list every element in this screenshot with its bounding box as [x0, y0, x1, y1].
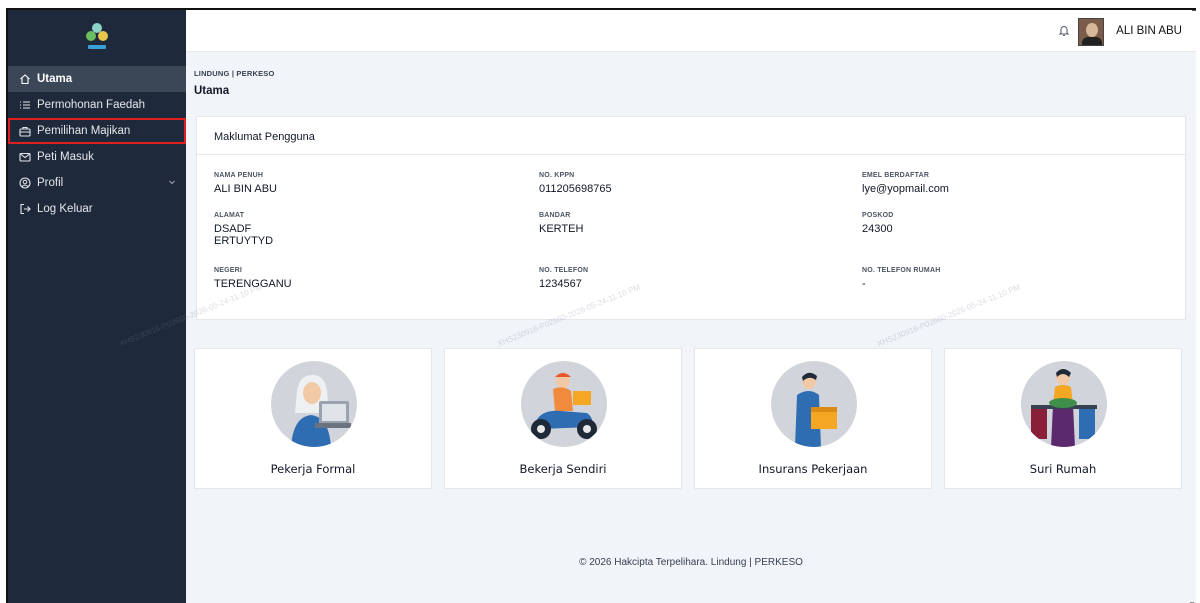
- sidebar-item-pemilihan-majikan[interactable]: Pemilihan Majikan: [8, 118, 186, 144]
- field-poskod: POSKOD 24300: [862, 212, 894, 235]
- field-value: KERTEH: [539, 223, 584, 235]
- field-label: NO. KPPN: [539, 172, 575, 179]
- briefcase-icon: [18, 125, 31, 138]
- insurans-pekerjaan-illustration: [771, 361, 857, 447]
- sidebar-item-peti-masuk[interactable]: Peti Masuk: [8, 144, 186, 170]
- top-bar: ALI BIN ABU: [186, 10, 1196, 52]
- bekerja-sendiri-illustration: [521, 361, 607, 447]
- tile-bekerja-sendiri[interactable]: Bekerja Sendiri: [444, 348, 682, 489]
- field-no-kppn: NO. KPPN 011205698765: [539, 172, 612, 195]
- avatar[interactable]: [1078, 18, 1104, 46]
- scroll-up-arrow-icon[interactable]: ▲: [1190, 10, 1196, 13]
- sidebar-item-label: Log Keluar: [37, 203, 93, 215]
- field-value: lye@yopmail.com: [862, 183, 949, 195]
- sidebar-nav: Utama Permohonan Faedah Pemilihan Majika…: [8, 66, 186, 222]
- card-title: Maklumat Pengguna: [197, 117, 1185, 155]
- tile-label: Pekerja Formal: [270, 462, 356, 476]
- field-value: ALI BIN ABU: [214, 183, 277, 195]
- logout-icon: [18, 203, 31, 216]
- chevron-down-icon: [168, 177, 176, 189]
- tile-label: Insurans Pekerjaan: [758, 462, 868, 476]
- field-alamat: ALAMAT DSADF ERTUYTYD: [214, 212, 273, 247]
- field-value: 24300: [862, 223, 893, 235]
- bell-icon[interactable]: [1058, 24, 1070, 42]
- user-circle-icon: [18, 177, 31, 190]
- field-label: ALAMAT: [214, 212, 245, 219]
- tile-suri-rumah[interactable]: Suri Rumah: [944, 348, 1182, 489]
- sidebar-item-label: Peti Masuk: [37, 151, 94, 163]
- perkeso-logo: [86, 23, 108, 53]
- field-label: NAMA PENUH: [214, 172, 264, 179]
- field-value: DSADF ERTUYTYD: [214, 223, 274, 247]
- field-label: EMEL BERDAFTAR: [862, 172, 930, 179]
- user-name[interactable]: ALI BIN ABU: [1116, 25, 1182, 37]
- field-value: 1234567: [539, 278, 582, 290]
- field-label: NO. TELEFON RUMAH: [862, 267, 941, 274]
- field-label: NO. TELEFON: [539, 267, 589, 274]
- sidebar-item-utama[interactable]: Utama: [8, 66, 186, 92]
- home-icon: [18, 73, 31, 86]
- sidebar-item-label: Utama: [37, 73, 73, 85]
- sidebar-item-profil[interactable]: Profil: [8, 170, 186, 196]
- sidebar: Utama Permohonan Faedah Pemilihan Majika…: [8, 10, 186, 603]
- list-icon: [18, 99, 31, 112]
- field-nama-penuh: NAMA PENUH ALI BIN ABU: [214, 172, 277, 195]
- sidebar-item-log-keluar[interactable]: Log Keluar: [8, 196, 186, 222]
- sidebar-item-label: Pemilihan Majikan: [37, 125, 131, 137]
- sidebar-item-label: Permohonan Faedah: [37, 99, 146, 111]
- tile-insurans-pekerjaan[interactable]: Insurans Pekerjaan: [694, 348, 932, 489]
- main-content: ALI BIN ABU LINDUNG | PERKESO Utama Makl…: [118, 10, 1196, 603]
- suri-rumah-illustration: [1021, 361, 1107, 447]
- field-bandar: BANDAR KERTEH: [539, 212, 583, 235]
- footer-copyright: © 2026 Hakcipta Terpelihara. Lindung | P…: [579, 557, 803, 568]
- logo-area[interactable]: [8, 10, 186, 66]
- field-label: NEGERI: [214, 267, 243, 274]
- pekerja-formal-illustration: [271, 361, 357, 447]
- page-title: Utama: [194, 85, 230, 97]
- field-value: TERENGGANU: [214, 278, 292, 290]
- field-negeri: NEGERI TERENGGANU: [188, 267, 292, 290]
- tile-pekerja-formal[interactable]: Pekerja Formal: [194, 348, 432, 489]
- field-label: POSKOD: [862, 212, 894, 219]
- field-value: 011205698765: [539, 183, 612, 195]
- field-no-telefon: NO. TELEFON 1234567: [539, 267, 588, 290]
- field-label: BANDAR: [539, 212, 571, 219]
- profile-info-card: Maklumat Pengguna NAMA PENUH ALI BIN ABU…: [196, 116, 1186, 320]
- app-window: Utama Permohonan Faedah Pemilihan Majika…: [6, 8, 1196, 603]
- field-value: -: [862, 278, 866, 290]
- breadcrumb: LINDUNG | PERKESO: [194, 69, 275, 78]
- tile-label: Suri Rumah: [1029, 462, 1097, 476]
- sidebar-item-permohonan-faedah[interactable]: Permohonan Faedah: [8, 92, 186, 118]
- field-no-telefon-rumah: NO. TELEFON RUMAH -: [862, 267, 940, 290]
- sidebar-item-label: Profil: [37, 177, 64, 189]
- field-emel: EMEL BERDAFTAR lye@yopmail.com: [862, 172, 949, 195]
- mail-icon: [18, 151, 31, 164]
- tile-label: Bekerja Sendiri: [519, 462, 607, 476]
